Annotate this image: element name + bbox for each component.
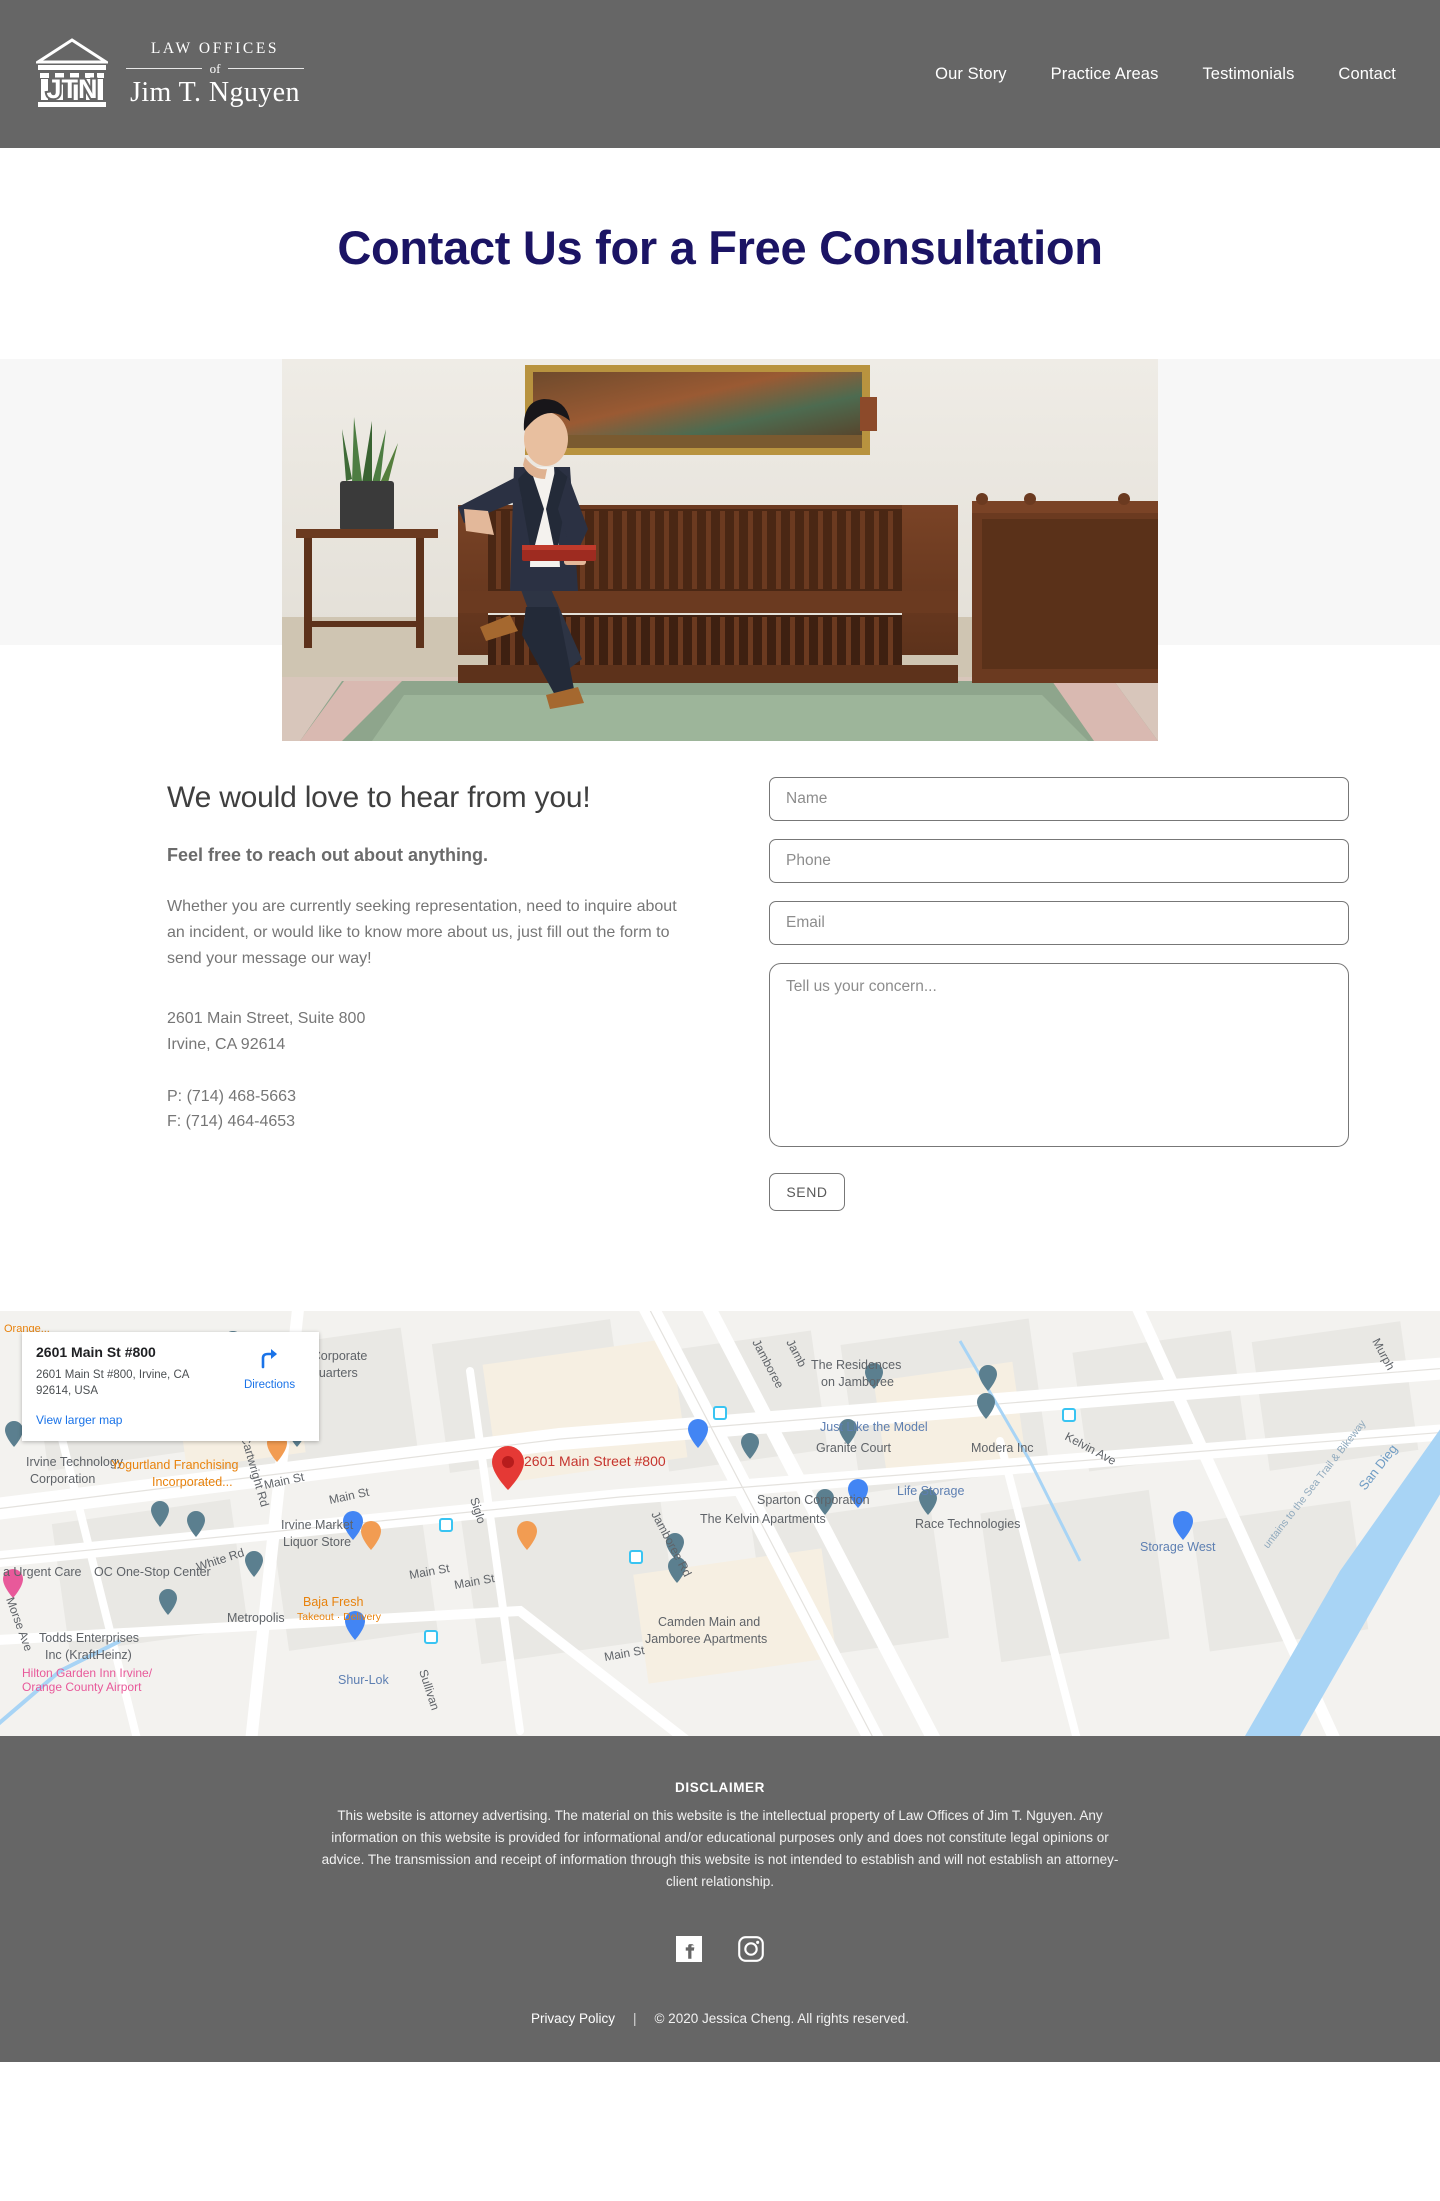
directions-label: Directions [243, 1379, 296, 1391]
lead-heading: We would love to hear from you! [167, 781, 591, 814]
contact-body-copy: Whether you are currently seeking repres… [167, 898, 677, 967]
site-header: JTN LAW OFFICES of Jim T. Nguyen Our Sto… [0, 0, 1440, 148]
nav-item-practice-areas[interactable]: Practice Areas [1051, 65, 1159, 84]
email-input[interactable] [769, 901, 1349, 945]
hero-photo [282, 359, 1158, 741]
map-section[interactable]: Orange... Verify Corporate Headquarters … [0, 1311, 1440, 1736]
brand-of-label: of [209, 60, 221, 76]
footer-divider: | [632, 2011, 637, 2027]
contact-section: We would love to hear from you! Feel fre… [0, 645, 1440, 1311]
phone-number: P: (714) 468-5663 [167, 1087, 296, 1105]
page-title: Contact Us for a Free Consultation [337, 221, 1103, 274]
facebook-icon[interactable] [676, 1936, 702, 1967]
privacy-policy-link[interactable]: Privacy Policy [531, 2011, 615, 2026]
svg-text:JTN: JTN [46, 74, 97, 104]
map-directions-button[interactable]: Directions [234, 1344, 305, 1400]
disclaimer-body: This website is attorney advertising. Th… [321, 1808, 1119, 1889]
brand-name: Jim T. Nguyen [130, 76, 300, 108]
brand-of-row: of [126, 62, 304, 75]
contact-form: SEND [769, 775, 1353, 1211]
address-line-2: Irvine, CA 92614 [167, 1035, 286, 1053]
fax-number: F: (714) 464-4653 [167, 1113, 296, 1131]
page-title-section: Contact Us for a Free Consultation [0, 148, 1440, 359]
name-input[interactable] [769, 777, 1349, 821]
address-line-1: 2601 Main Street, Suite 800 [167, 1009, 366, 1027]
phone-input[interactable] [769, 839, 1349, 883]
message-textarea[interactable] [769, 963, 1349, 1147]
disclaimer-title: DISCLAIMER [675, 1780, 765, 1795]
view-larger-map-link[interactable]: View larger map [36, 1413, 305, 1427]
office-address: 2601 Main Street, Suite 800 Irvine, CA 9… [167, 1006, 685, 1058]
brand-rule-right [228, 67, 304, 69]
instagram-icon[interactable] [738, 1936, 764, 1967]
brand-rule-left [126, 67, 202, 69]
map-info-card[interactable]: 2601 Main St #800 2601 Main St #800, Irv… [22, 1332, 319, 1441]
courthouse-jtn-icon: JTN [32, 36, 112, 112]
footer-legal: Privacy Policy | © 2020 Jessica Cheng. A… [0, 2011, 1440, 2026]
send-button[interactable]: SEND [769, 1173, 845, 1211]
brand-law-offices: LAW OFFICES [150, 40, 280, 58]
contact-info-column: We would love to hear from you! Feel fre… [85, 775, 685, 1135]
nav-item-contact[interactable]: Contact [1338, 65, 1396, 84]
site-footer: DISCLAIMER This website is attorney adve… [0, 1736, 1440, 2063]
map-card-address: 2601 Main St #800, Irvine, CA 92614, USA [36, 1368, 189, 1397]
nav-item-testimonials[interactable]: Testimonials [1202, 65, 1294, 84]
hero-section [0, 359, 1440, 741]
sub-heading: Feel free to reach out about anything. [167, 845, 489, 865]
brand-logo[interactable]: JTN LAW OFFICES of Jim T. Nguyen [32, 36, 304, 112]
directions-arrow-icon [258, 1346, 282, 1375]
social-links [0, 1936, 1440, 1967]
office-phone-fax: P: (714) 468-5663 F: (714) 464-4653 [167, 1084, 685, 1136]
main-nav: Our Story Practice Areas Testimonials Co… [935, 65, 1396, 84]
nav-item-our-story[interactable]: Our Story [935, 65, 1007, 84]
map-card-title: 2601 Main St #800 [36, 1344, 156, 1360]
copyright-text: © 2020 Jessica Cheng. All rights reserve… [654, 2011, 910, 2027]
